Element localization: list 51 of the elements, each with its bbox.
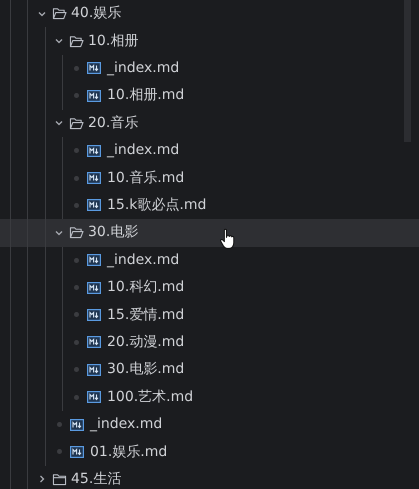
tree-item-label: 15.k歌必点.md [107, 197, 206, 214]
tree-item-label: 30.电影.md [107, 361, 184, 378]
markdown-file-icon [70, 418, 84, 431]
tree-item-label: 10.相册.md [107, 87, 184, 104]
tree-row[interactable]: 30.电影 [0, 219, 419, 247]
bullet-icon [74, 202, 78, 208]
tree-item-label: 01.娱乐.md [90, 444, 168, 460]
bullet-icon [56, 449, 62, 454]
tree-item-label: _index.md [90, 416, 162, 433]
tree-item-label: 40.娱乐 [71, 5, 122, 22]
bullet-icon [74, 367, 78, 372]
folder-icon [52, 7, 67, 20]
bullet-icon [74, 258, 78, 263]
bullet-icon [74, 93, 78, 98]
tree-item-label: 20.音乐 [88, 114, 138, 132]
bullet-icon [74, 340, 78, 345]
markdown-file-icon [87, 144, 101, 157]
bullet-icon [56, 422, 62, 428]
folder-icon [52, 472, 67, 486]
bullet-icon [74, 394, 78, 400]
tree-item-label: 15.爱情.md [107, 306, 184, 324]
markdown-file-icon [87, 308, 101, 321]
markdown-file-icon [70, 446, 84, 458]
tree-item-label: _index.md [107, 252, 180, 269]
bullet-icon [74, 285, 78, 290]
markdown-file-icon [87, 282, 101, 294]
bullet-icon [74, 312, 78, 318]
markdown-file-icon [87, 254, 101, 266]
tree-item-label: 10.相册 [88, 32, 138, 50]
markdown-file-icon [87, 336, 101, 348]
bullet-icon [74, 176, 78, 181]
folder-icon [69, 34, 84, 48]
markdown-file-icon [87, 62, 101, 74]
bullet-icon [74, 148, 78, 154]
tree-item-label: 10.科幻.md [107, 279, 184, 296]
tree-item-label: 20.动漫.md [107, 334, 184, 351]
markdown-file-icon [87, 90, 101, 102]
markdown-file-icon [87, 199, 101, 212]
tree-item-label: 100.艺术.md [107, 388, 194, 406]
markdown-file-icon [87, 364, 101, 376]
tree-item-label: _index.md [107, 142, 180, 160]
folder-icon [69, 116, 84, 130]
markdown-file-icon [87, 391, 101, 404]
tree-row[interactable]: _index.md [0, 246, 419, 274]
folder-icon [69, 226, 84, 240]
tree-item-label: 10.音乐.md [107, 170, 184, 186]
bullet-icon [74, 66, 78, 71]
tree-item-label: 45.生活 [71, 470, 122, 488]
tree-item-label: 30.电影 [88, 224, 138, 242]
markdown-file-icon [87, 172, 101, 184]
tree-item-label: _index.md [107, 60, 180, 77]
